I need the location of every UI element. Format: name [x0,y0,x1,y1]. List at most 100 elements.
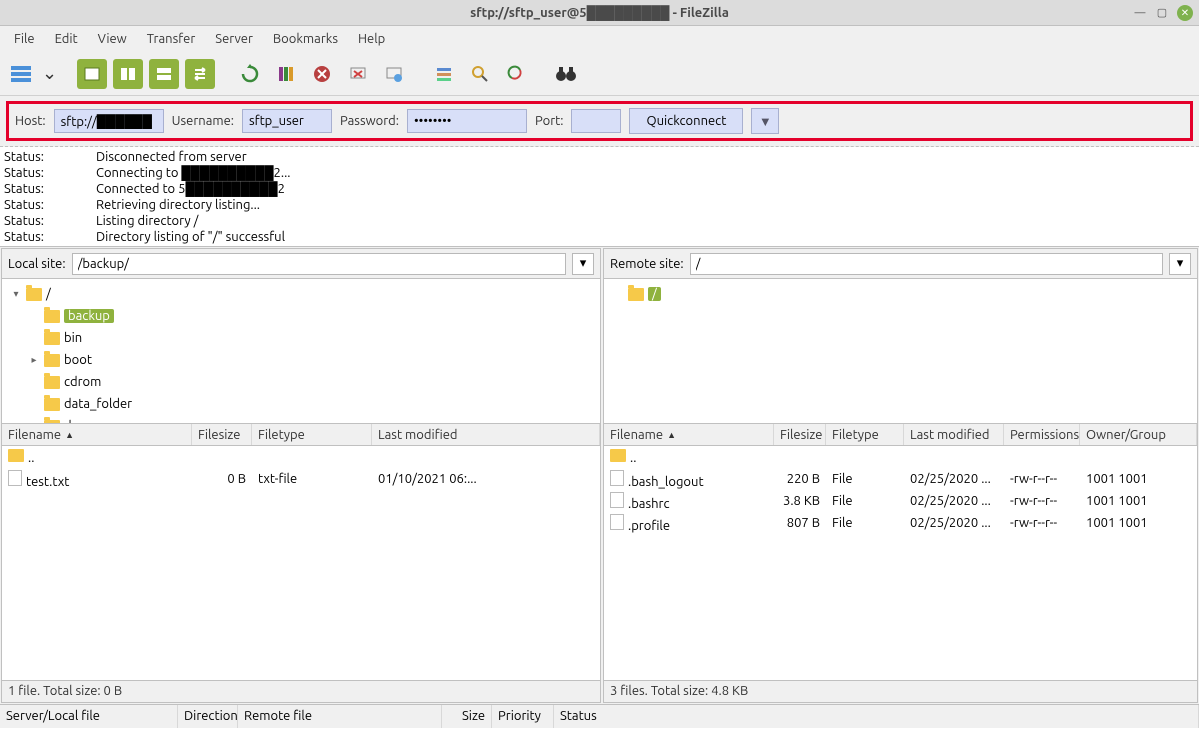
list-item[interactable]: .. [2,446,600,468]
tree-item[interactable]: cdrom [10,371,592,393]
toggle-log-icon[interactable] [77,59,107,89]
menu-bookmarks[interactable]: Bookmarks [265,29,346,49]
password-label: Password: [340,114,399,128]
remote-site-dropdown[interactable]: ▾ [1169,253,1191,275]
transfer-header: Server/Local file Direction Remote file … [0,704,1199,728]
toggle-queue-icon[interactable] [185,59,215,89]
folder-icon [44,376,60,389]
process-queue-icon[interactable] [271,59,301,89]
list-item[interactable]: .bashrc3.8 KBFile02/25/2020 ...-rw-r--r-… [604,490,1197,512]
host-label: Host: [15,114,46,128]
quickconnect-dropdown[interactable]: ▼ [751,108,779,134]
binoculars-icon[interactable] [551,59,581,89]
tc-status[interactable]: Status [554,705,1199,728]
toolbar: ⌄ [0,52,1199,96]
file-icon [610,470,624,486]
tree-item[interactable]: / [612,283,1189,305]
local-pane: Local site: ▾ ▾/backupbin▸bootcdromdata_… [1,248,601,703]
titlebar: sftp://sftp_user@5█████████ - FileZilla … [0,0,1199,26]
status-row: Status:Connecting to ██████████2... [4,165,1195,181]
sitemanager-dropdown-icon[interactable]: ⌄ [42,63,57,84]
col-owner[interactable]: Owner/Group [1080,424,1197,445]
maximize-button[interactable]: ▢ [1155,6,1169,20]
tree-item[interactable]: ▾/ [10,283,592,305]
local-tree[interactable]: ▾/backupbin▸bootcdromdata_folder▸dev [2,279,600,424]
quickconnect-button[interactable]: Quickconnect [629,108,743,134]
list-item[interactable]: test.txt0 Btxt-file01/10/2021 06:... [2,468,600,490]
folder-icon [44,354,60,367]
password-input[interactable] [407,109,527,133]
tree-item[interactable]: bin [10,327,592,349]
menubar: File Edit View Transfer Server Bookmarks… [0,26,1199,52]
menu-file[interactable]: File [6,29,43,49]
tree-item[interactable]: backup [10,305,592,327]
col-lastmod[interactable]: Last modified [904,424,1004,445]
folder-icon [628,288,644,301]
username-input[interactable] [242,109,332,133]
menu-transfer[interactable]: Transfer [139,29,204,49]
tree-item[interactable]: ▸dev [10,415,592,424]
local-site-input[interactable] [72,253,566,275]
tc-remote[interactable]: Remote file [238,705,442,728]
local-site-label: Local site: [8,257,66,271]
list-item[interactable]: .bash_logout220 BFile02/25/2020 ...-rw-r… [604,468,1197,490]
disconnect-icon[interactable] [343,59,373,89]
menu-help[interactable]: Help [350,29,393,49]
col-filetype[interactable]: Filetype [252,424,372,445]
tc-serverlocal[interactable]: Server/Local file [0,705,178,728]
remote-site-input[interactable] [690,253,1163,275]
folder-icon [44,398,60,411]
local-site-dropdown[interactable]: ▾ [572,253,594,275]
local-site-row: Local site: ▾ [2,249,600,279]
status-row: Status:Connected to 5██████████2 [4,181,1195,197]
col-lastmod[interactable]: Last modified [372,424,600,445]
col-filename[interactable]: Filename▲ [604,424,774,445]
list-item[interactable]: .. [604,446,1197,468]
compare-icon[interactable] [501,59,531,89]
col-filesize[interactable]: Filesize [774,424,826,445]
folder-icon [44,332,60,345]
status-row: Status:Listing directory / [4,213,1195,229]
port-label: Port: [535,114,563,128]
cancel-icon[interactable] [307,59,337,89]
menu-edit[interactable]: Edit [47,29,86,49]
remote-pane: Remote site: ▾ / Filename▲ Filesize File… [603,248,1198,703]
col-filetype[interactable]: Filetype [826,424,904,445]
port-input[interactable] [571,109,621,133]
sitemanager-icon[interactable] [6,59,36,89]
close-button[interactable]: ✕ [1177,5,1193,21]
col-permissions[interactable]: Permissions [1004,424,1080,445]
filter-icon[interactable] [429,59,459,89]
username-label: Username: [172,114,234,128]
col-filename[interactable]: Filename▲ [2,424,192,445]
tc-size[interactable]: Size [442,705,492,728]
tc-direction[interactable]: Direction [178,705,238,728]
refresh-icon[interactable] [235,59,265,89]
quickconnect-bar: Host: Username: Password: Port: Quickcon… [6,101,1193,141]
toggle-localtree-icon[interactable] [113,59,143,89]
toggle-remotetree-icon[interactable] [149,59,179,89]
col-filesize[interactable]: Filesize [192,424,252,445]
tree-item[interactable]: data_folder [10,393,592,415]
host-input[interactable] [54,109,164,133]
menu-server[interactable]: Server [207,29,261,49]
reconnect-icon[interactable] [379,59,409,89]
remote-site-row: Remote site: ▾ [604,249,1197,279]
local-file-list[interactable]: ..test.txt0 Btxt-file01/10/2021 06:... [2,446,600,680]
remote-status: 3 files. Total size: 4.8 KB [604,680,1197,702]
tc-priority[interactable]: Priority [492,705,554,728]
remote-file-header: Filename▲ Filesize Filetype Last modifie… [604,424,1197,446]
search-icon[interactable] [465,59,495,89]
status-row: Status:Retrieving directory listing... [4,197,1195,213]
local-status: 1 file. Total size: 0 B [2,680,600,702]
minimize-button[interactable]: — [1133,6,1147,20]
list-item[interactable]: .profile807 BFile02/25/2020 ...-rw-r--r-… [604,512,1197,534]
quickconnect-outer: Host: Username: Password: Port: Quickcon… [0,96,1199,147]
file-icon [8,470,22,486]
tree-item[interactable]: ▸boot [10,349,592,371]
remote-site-label: Remote site: [610,257,684,271]
remote-tree[interactable]: / [604,279,1197,424]
folder-icon [610,449,626,462]
remote-file-list[interactable]: ...bash_logout220 BFile02/25/2020 ...-rw… [604,446,1197,680]
menu-view[interactable]: View [90,29,135,49]
